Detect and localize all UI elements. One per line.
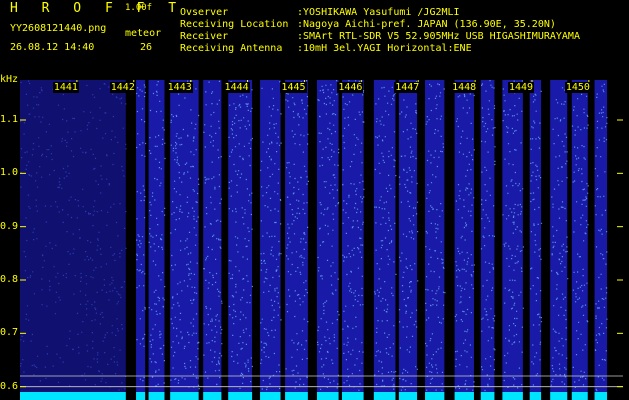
baseline-segment [148,392,165,400]
info-key-receiver: Receiver [180,31,229,42]
noise-segment [502,80,523,392]
spectrogram [20,80,623,400]
noise-segment [373,80,396,392]
info-value-receiver: :SMArt RTL-SDR V5 52.905MHz USB HIGASHIM… [297,31,580,42]
x-tick-label: 1446 [337,82,364,93]
baseline-segment [136,392,146,400]
baseline-segment [373,392,396,400]
y-tick-label: 0.6 [0,380,19,392]
meteor-label: meteor [125,28,162,39]
x-tick-label: 1444 [223,82,250,93]
x-tick-label: 1441 [52,82,79,93]
y-axis-unit: kHz [0,74,19,85]
x-tick-label: 1443 [166,82,193,93]
x-tick-label: 1450 [564,82,591,93]
noise-segment [170,80,199,392]
x-tick-label: 1445 [280,82,307,93]
baseline-segment [425,392,445,400]
noise-segment [136,80,146,392]
baseline-segment [285,392,308,400]
date-time: 26.08.12 14:40 [10,42,95,53]
noise-segment [285,80,308,392]
app-title: H R O F F T [10,1,185,16]
info-key-antenna: Receiving Antenna [180,43,283,54]
noise-segment [550,80,568,392]
info-key-observer: Ovserver [180,7,229,18]
baseline-segment [228,392,253,400]
x-tick-label: 1449 [507,82,535,93]
version-label: 1.00f [125,3,153,13]
baseline-segment [260,392,281,400]
x-tick-label: 1442 [109,82,136,93]
x-tick-label: 1448 [451,82,478,93]
noise-segment [454,80,474,392]
noise-segment [341,80,364,392]
y-tick-label: 1.1 [0,114,19,125]
x-tick-label: 1447 [394,82,421,93]
baseline-segment [398,392,418,400]
y-tick-label: 1.0 [0,167,19,179]
baseline-segment [20,392,126,400]
y-tick-label: 0.9 [0,220,19,232]
info-key-location: Receiving Location [180,19,289,30]
baseline-segment [480,392,495,400]
baseline-segment [502,392,523,400]
baseline-segment [170,392,199,400]
baseline-segment [454,392,474,400]
info-value-observer: :YOSHIKAWA Yasufumi /JG2MLI [297,7,460,18]
info-value-antenna: :10mH 3el.YAGI Horizontal:ENE [297,43,472,54]
noise-segment [20,80,126,392]
baseline-segment [550,392,568,400]
noise-segment [398,80,418,392]
baseline-segment [571,392,588,400]
baseline-segment [529,392,542,400]
meteor-count: 26 [140,42,153,53]
file-name: YY2608121440.png [10,23,107,34]
noise-segment [316,80,339,392]
baseline-segment [203,392,222,400]
baseline-segment [341,392,364,400]
y-tick-label: 0.7 [0,327,19,339]
noise-segment [228,80,253,392]
noise-segment [425,80,445,392]
spectrogram-svg [20,80,623,400]
y-tick-label: 0.8 [0,274,19,285]
baseline-segment [316,392,339,400]
info-value-location: :Nagoya Aichi-pref. JAPAN (136.90E, 35.2… [297,19,556,30]
baseline-segment [594,392,608,400]
